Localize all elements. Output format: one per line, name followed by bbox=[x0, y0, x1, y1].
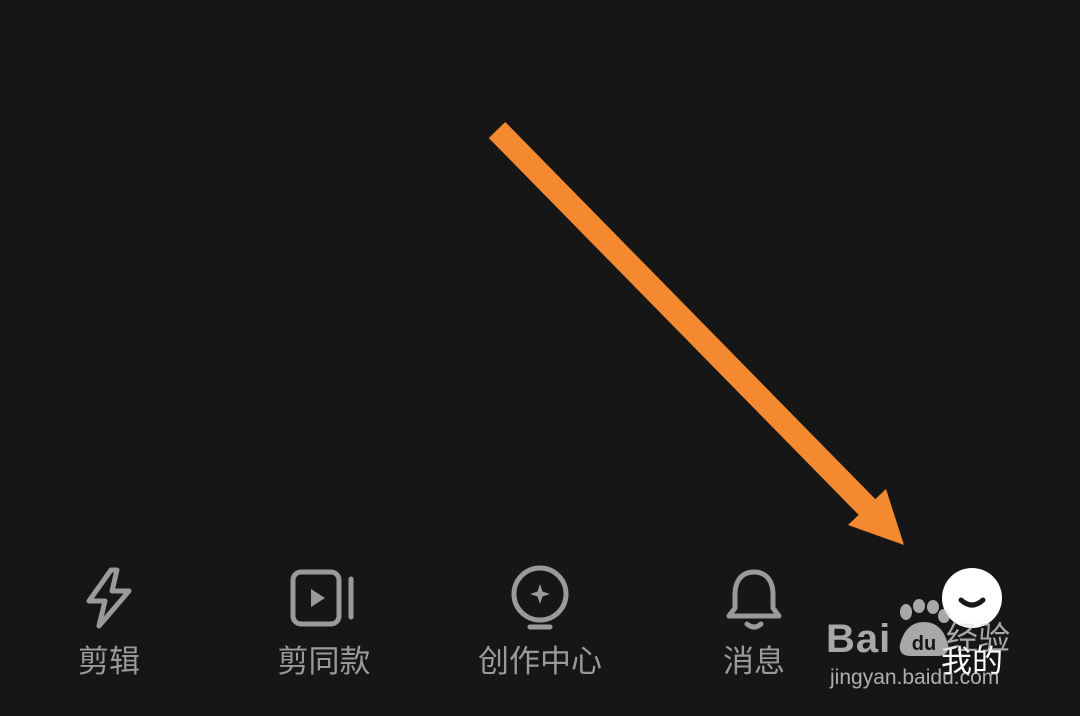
tab-messages[interactable]: 消息 bbox=[712, 560, 796, 690]
tab-me[interactable]: 我的 bbox=[922, 560, 1022, 690]
app-screen: 剪辑 剪同款 创作中心 消息 我的 Bai du 经验 jingyan.baid… bbox=[0, 0, 1080, 716]
tab-me-label: 我的 bbox=[941, 644, 1003, 680]
play-video-icon bbox=[289, 560, 359, 636]
tab-edit[interactable]: 剪辑 bbox=[67, 560, 151, 690]
tab-creator-center-label: 创作中心 bbox=[478, 644, 602, 680]
lightbulb-sparkle-icon bbox=[505, 560, 575, 636]
tab-creator-center[interactable]: 创作中心 bbox=[466, 560, 614, 690]
tab-template[interactable]: 剪同款 bbox=[265, 560, 383, 690]
tab-edit-label: 剪辑 bbox=[78, 644, 140, 680]
smile-face-icon bbox=[937, 560, 1007, 636]
tab-template-label: 剪同款 bbox=[277, 644, 371, 680]
bottom-tab-bar: 剪辑 剪同款 创作中心 消息 我的 bbox=[0, 560, 1080, 716]
tab-messages-label: 消息 bbox=[723, 644, 785, 680]
bell-icon bbox=[719, 560, 789, 636]
lightning-icon bbox=[74, 560, 144, 636]
